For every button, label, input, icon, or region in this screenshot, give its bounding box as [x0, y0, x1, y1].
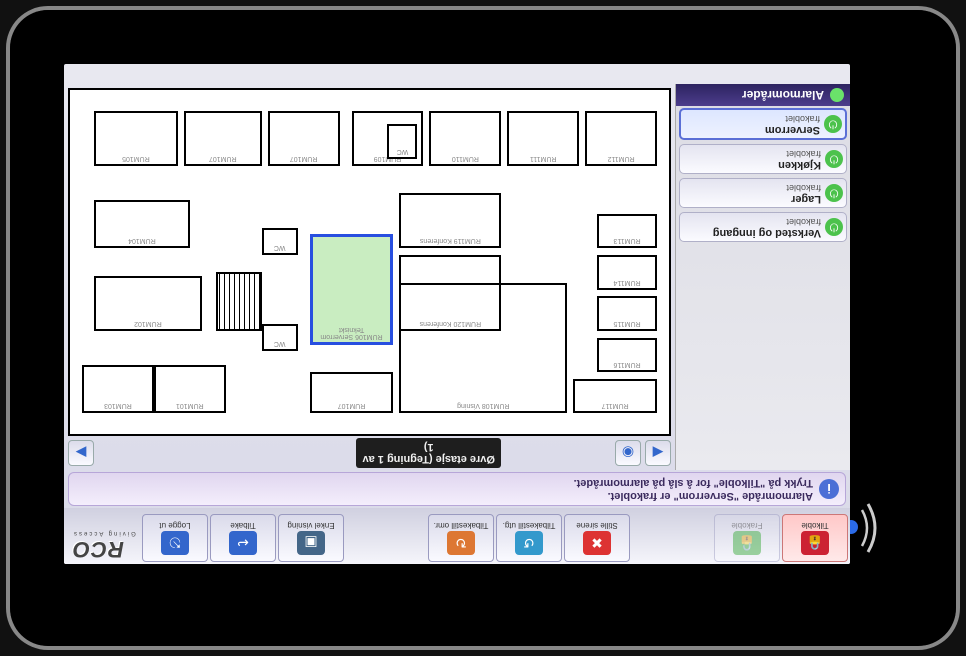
room: RUM107: [268, 111, 340, 166]
status-icon: ⏻: [825, 218, 843, 236]
tilbake-button[interactable]: ↩ Tilbake: [210, 514, 276, 562]
brand-tagline: Giving Access: [72, 530, 136, 536]
area-status: frakoblet: [786, 182, 821, 193]
room: RUM120 Konferens: [399, 255, 501, 331]
room: RUM115: [597, 296, 657, 330]
room: RUM119 Konferens: [399, 193, 501, 248]
refresh-icon: [830, 88, 844, 102]
status-icon: ⏻: [824, 115, 842, 133]
notice-line2: Trykk på "Tilkoble" for å slå på alarmom…: [574, 476, 814, 489]
tilbakestill-omr-button[interactable]: ↻ Tilbakestill omr.: [428, 514, 494, 562]
stille-label: Stille sirene: [576, 521, 617, 530]
area-name: Kjøkken: [778, 159, 821, 170]
alarm-area-lager[interactable]: ⏻ Lager frakoblet: [679, 178, 847, 208]
room: RUM112: [585, 111, 657, 166]
room: RUM114: [597, 255, 657, 289]
arrow-right-icon: ▶: [76, 445, 87, 462]
tilkoble-label: Tilkoble: [801, 521, 828, 530]
info-icon: i: [819, 479, 839, 499]
tilbakestill-utg-button[interactable]: ↺ Tilbakestill utg.: [496, 514, 562, 562]
tilkoble-button[interactable]: 🔒 Tilkoble: [782, 514, 848, 562]
alarm-area-kjokken[interactable]: ⏻ Kjøkken frakoblet: [679, 144, 847, 174]
notice-banner: i Alarmområde "Serverrom" er frakoblet. …: [68, 472, 846, 506]
room: RUM101: [154, 365, 226, 413]
room-wc: WC: [262, 228, 298, 256]
screen: 🔒 Tilkoble 🔓 Frakoble ✖ Stille sirene ↺ …: [64, 64, 850, 564]
room: RUM113: [597, 214, 657, 248]
sidebar-title: Alarmområder: [742, 88, 824, 102]
zoom-button[interactable]: ◉: [615, 440, 641, 466]
brand-logo: RCO Giving Access: [66, 530, 136, 562]
floorplan-toolbar: ◀ ◉ Øvre etasje (Tegning 1 av 1) ▶: [64, 436, 675, 470]
logout-icon: ⎋: [169, 535, 180, 552]
room: RUM110: [429, 111, 501, 166]
arrow-left-icon: ◀: [653, 445, 664, 462]
room-wc: WC: [262, 324, 298, 352]
unlock-icon: 🔓: [738, 535, 755, 552]
room: RUM105: [94, 111, 178, 166]
reset-out-icon: ↺: [523, 535, 535, 552]
room: RUM102: [94, 276, 202, 331]
area-status: frakoblet: [713, 216, 821, 227]
reset-area-icon: ↻: [455, 535, 467, 552]
stairs-icon: [216, 272, 262, 331]
main: ⏻ Verksted og inngang frakoblet ⏻ Lager …: [64, 84, 850, 470]
room: RUM104: [94, 200, 190, 248]
mute-icon: ✖: [591, 535, 603, 552]
room: RUM103: [82, 365, 154, 413]
area-name: Lager: [786, 193, 821, 204]
prev-drawing-button[interactable]: ◀: [645, 440, 671, 466]
floorplan-panel: ◀ ◉ Øvre etasje (Tegning 1 av 1) ▶ RUM11…: [64, 84, 675, 470]
room: RUM107: [310, 372, 394, 413]
sidebar: ⏻ Verksted og inngang frakoblet ⏻ Lager …: [675, 84, 850, 470]
area-name: Serverrom: [765, 124, 820, 135]
frakoble-button[interactable]: 🔓 Frakoble: [714, 514, 780, 562]
enkel-label: Enkel visning: [287, 521, 334, 530]
back-icon: ↩: [237, 535, 249, 552]
stille-sirene-button[interactable]: ✖ Stille sirene: [564, 514, 630, 562]
loggeut-label: Logge ut: [159, 521, 190, 530]
tilbakestill-utg-label: Tilbakestill utg.: [503, 521, 556, 530]
room: RUM107: [184, 111, 262, 166]
view-icon: ▣: [304, 535, 317, 552]
brand-name: RCO: [72, 536, 124, 562]
logge-ut-button[interactable]: ⎋ Logge ut: [142, 514, 208, 562]
sidebar-header[interactable]: Alarmområder: [676, 84, 850, 106]
tilbakestill-omr-label: Tilbakestill omr.: [434, 521, 489, 530]
area-status: frakoblet: [778, 148, 821, 159]
room-wc: WC: [387, 124, 417, 158]
globe-icon: ◉: [622, 445, 634, 462]
room: RUM111: [507, 111, 579, 166]
status-icon: ⏻: [825, 184, 843, 202]
next-drawing-button[interactable]: ▶: [68, 440, 94, 466]
device-bezel: 🔒 Tilkoble 🔓 Frakoble ✖ Stille sirene ↺ …: [10, 10, 956, 646]
room: RUM116: [597, 338, 657, 372]
status-icon: ⏻: [825, 150, 843, 168]
room: RUM117: [573, 379, 657, 413]
area-status: frakoblet: [765, 113, 820, 124]
frakoble-label: Frakoble: [731, 521, 762, 530]
enkel-visning-button[interactable]: ▣ Enkel visning: [278, 514, 344, 562]
floorplan-canvas[interactable]: RUM117 RUM116 RUM115 RUM114 RUM113 RUM11…: [68, 88, 671, 436]
alarm-area-verksted[interactable]: ⏻ Verksted og inngang frakoblet: [679, 212, 847, 242]
floorplan-title: Øvre etasje (Tegning 1 av 1): [357, 438, 502, 468]
lock-icon: 🔒: [806, 535, 823, 552]
room-selected: RUM106 Serverrom Tekniskt: [310, 234, 394, 344]
alarm-area-serverrom[interactable]: ⏻ Serverrom frakoblet: [679, 108, 847, 140]
toolbar: 🔒 Tilkoble 🔓 Frakoble ✖ Stille sirene ↺ …: [64, 508, 850, 564]
notice-line1: Alarmområde "Serverrom" er frakoblet.: [574, 489, 814, 502]
tilbake-label: Tilbake: [230, 521, 256, 530]
area-name: Verksted og inngang: [713, 227, 821, 238]
